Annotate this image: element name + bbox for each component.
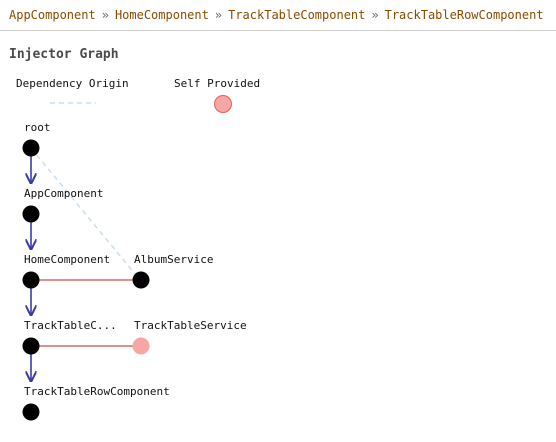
node-track-table-service[interactable] <box>132 337 150 355</box>
node-app-component[interactable] <box>22 205 40 223</box>
node-album-service[interactable] <box>132 271 150 289</box>
node-label-root: root <box>24 121 51 134</box>
node-label-app-component: AppComponent <box>24 187 104 200</box>
injector-graph <box>22 95 232 421</box>
legend-self-provided-circle <box>214 95 232 113</box>
node-label-album-service: AlbumService <box>134 253 214 266</box>
node-label-track-table-component: TrackTableC... <box>24 319 117 332</box>
node-label-home-component: HomeComponent <box>24 253 111 266</box>
node-root[interactable] <box>22 139 40 157</box>
node-label-track-table-row-component: TrackTableRowComponent <box>24 385 170 398</box>
node-home-component[interactable] <box>22 271 40 289</box>
node-label-track-table-service: TrackTableService <box>134 319 247 332</box>
node-track-table-row-component[interactable] <box>22 403 40 421</box>
node-track-table-component[interactable] <box>22 337 40 355</box>
